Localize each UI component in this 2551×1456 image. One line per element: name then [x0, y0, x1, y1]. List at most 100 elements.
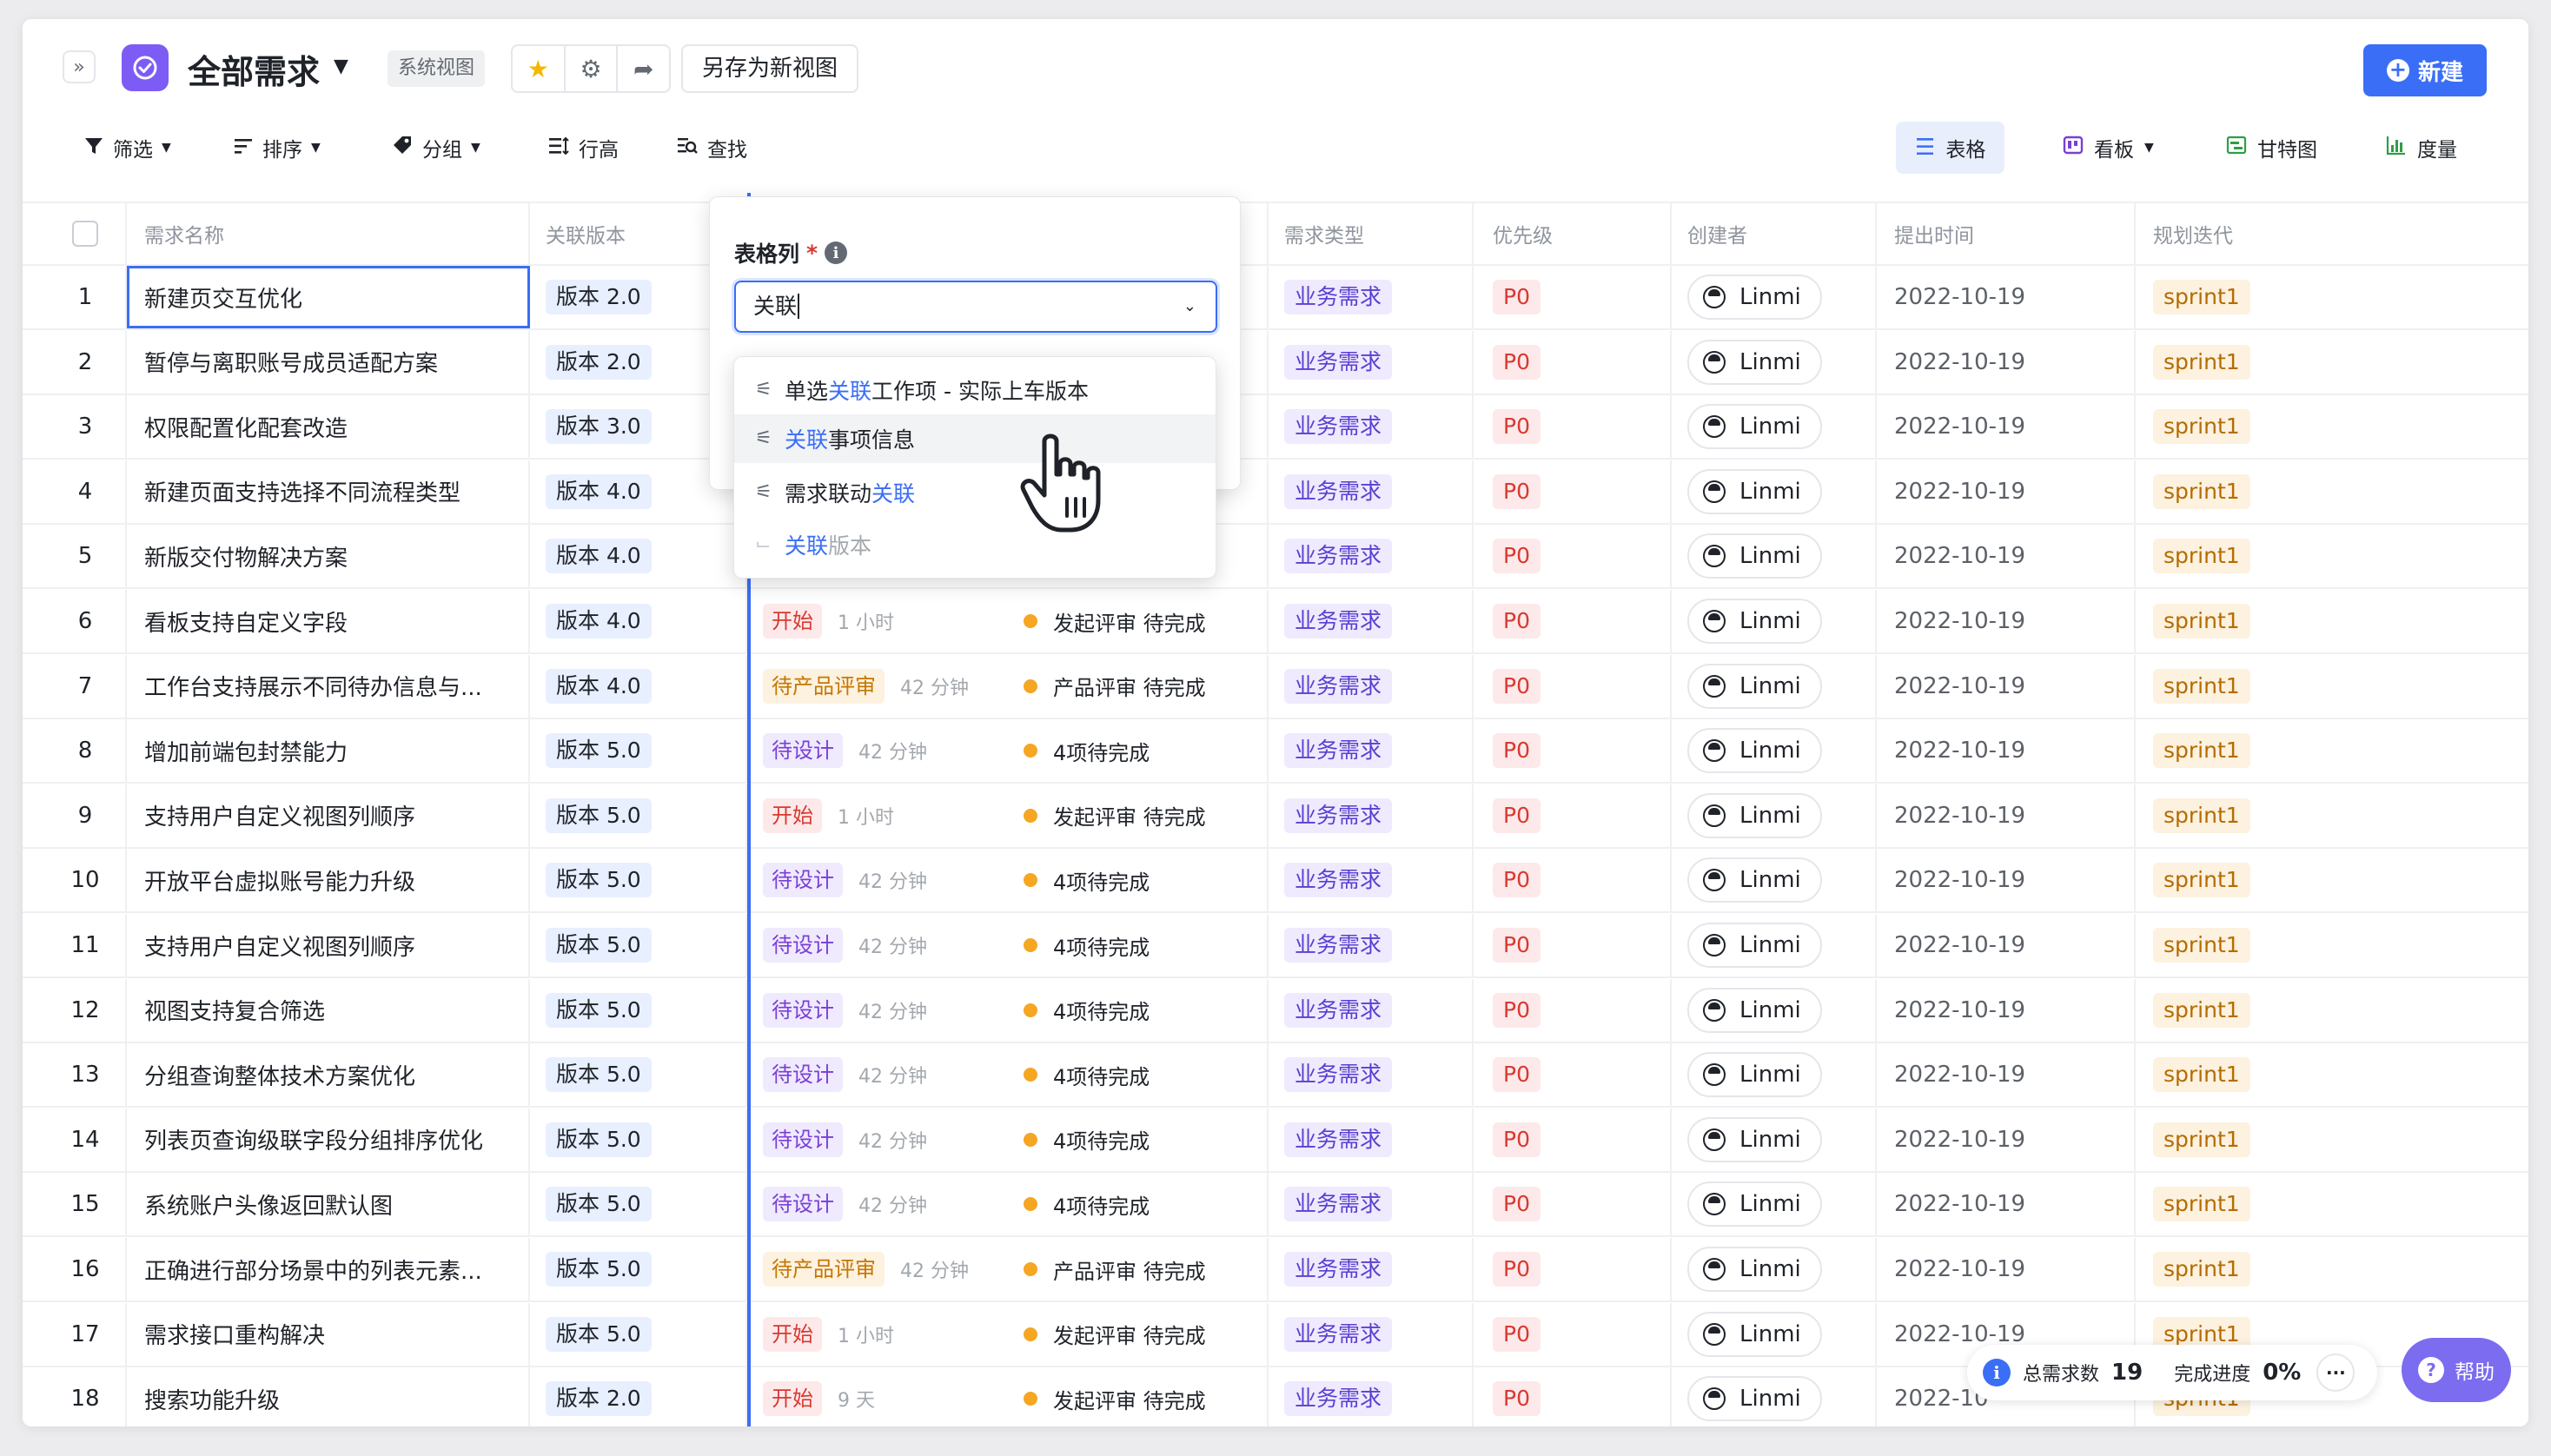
priority-cell[interactable]: P0	[1474, 1043, 1672, 1107]
iteration-cell[interactable]: sprint1	[2136, 1238, 2528, 1300]
date-cell[interactable]: 2022-10-19	[1877, 266, 2136, 328]
priority-cell[interactable]: P0	[1474, 525, 1672, 588]
flow-cell[interactable]: 4项待完成	[1008, 1108, 1269, 1171]
type-cell[interactable]: 业务需求	[1269, 525, 1474, 588]
iteration-cell[interactable]: sprint1	[2136, 1173, 2528, 1235]
creator-cell[interactable]: Linmi	[1672, 654, 1877, 718]
status-cell[interactable]: 待设计 42 分钟	[747, 1173, 1008, 1235]
requirement-name[interactable]: 正确进行部分场景中的列表元素...	[127, 1238, 530, 1300]
creator-cell[interactable]: Linmi	[1672, 784, 1877, 847]
version-cell[interactable]: 版本 2.0	[530, 1367, 747, 1426]
creator-chip[interactable]: Linmi	[1687, 468, 1822, 514]
save-as-new-view-button[interactable]: 另存为新视图	[681, 44, 859, 93]
iteration-cell[interactable]: sprint1	[2136, 525, 2528, 587]
requirement-name[interactable]: 新版交付物解决方案	[127, 525, 530, 588]
iteration-cell[interactable]: sprint1	[2136, 784, 2528, 847]
priority-cell[interactable]: P0	[1474, 1108, 1672, 1171]
creator-chip[interactable]: Linmi	[1687, 404, 1822, 450]
iteration-cell[interactable]: sprint1	[2136, 266, 2528, 328]
version-cell[interactable]: 版本 5.0	[530, 1238, 747, 1300]
type-cell[interactable]: 业务需求	[1269, 1043, 1474, 1107]
date-cell[interactable]: 2022-10-19	[1877, 654, 2136, 718]
date-cell[interactable]: 2022-10-19	[1877, 1108, 2136, 1171]
priority-cell[interactable]: P0	[1474, 654, 1672, 718]
date-cell[interactable]: 2022-10-19	[1877, 525, 2136, 588]
date-cell[interactable]: 2022-10-19	[1877, 784, 2136, 847]
type-cell[interactable]: 业务需求	[1269, 1302, 1474, 1366]
iteration-cell[interactable]: sprint1	[2136, 395, 2528, 458]
date-cell[interactable]: 2022-10-19	[1877, 460, 2136, 523]
dropdown-option[interactable]: ⚟ 需求联动 关联	[734, 468, 1216, 517]
creator-chip[interactable]: Linmi	[1687, 1181, 1822, 1228]
page-title[interactable]: 全部需求	[188, 45, 320, 93]
creator-cell[interactable]: Linmi	[1672, 1043, 1877, 1107]
creator-chip[interactable]: Linmi	[1687, 728, 1822, 774]
type-cell[interactable]: 业务需求	[1269, 266, 1474, 328]
status-cell[interactable]: 待产品评审 42 分钟	[747, 655, 1008, 718]
requirement-name[interactable]: 搜索功能升级	[127, 1367, 530, 1426]
status-cell[interactable]: 开始 1 小时	[747, 784, 1008, 847]
requirement-name[interactable]: 暂停与离职账号成员适配方案	[127, 330, 530, 394]
type-cell[interactable]: 业务需求	[1269, 1238, 1474, 1300]
version-cell[interactable]: 版本 5.0	[530, 1043, 747, 1107]
type-cell[interactable]: 业务需求	[1269, 654, 1474, 718]
version-cell[interactable]: 版本 5.0	[530, 1108, 747, 1171]
iteration-cell[interactable]: sprint1	[2136, 655, 2528, 718]
table-row[interactable]: 15 系统账户头像返回默认图 版本 5.0 待设计 42 分钟 4项待完成 业务需求 P0 Li…	[23, 1173, 2528, 1238]
requirement-name[interactable]: 系统账户头像返回默认图	[127, 1173, 530, 1236]
creator-chip[interactable]: Linmi	[1687, 1052, 1822, 1098]
requirement-name[interactable]: 需求接口重构解决	[127, 1302, 530, 1366]
column-header-date[interactable]: 提出时间	[1877, 203, 2136, 264]
iteration-cell[interactable]: sprint1	[2136, 849, 2528, 911]
iteration-cell[interactable]: sprint1	[2136, 719, 2528, 782]
version-cell[interactable]: 版本 5.0	[530, 978, 747, 1042]
requirement-name[interactable]: 分组查询整体技术方案优化	[127, 1043, 530, 1107]
type-cell[interactable]: 业务需求	[1269, 1367, 1474, 1426]
column-header-iteration[interactable]: 规划迭代	[2136, 203, 2528, 264]
priority-cell[interactable]: P0	[1474, 849, 1672, 912]
column-header-type[interactable]: 需求类型	[1269, 203, 1474, 264]
priority-cell[interactable]: P0	[1474, 719, 1672, 783]
column-header-priority[interactable]: 优先级	[1474, 203, 1672, 264]
priority-cell[interactable]: P0	[1474, 1238, 1672, 1300]
filter-button[interactable]: 筛选 ▼	[83, 123, 171, 172]
flow-cell[interactable]: 4项待完成	[1008, 978, 1269, 1042]
version-cell[interactable]: 版本 4.0	[530, 654, 747, 718]
creator-cell[interactable]: Linmi	[1672, 719, 1877, 783]
table-row[interactable]: 16 正确进行部分场景中的列表元素... 版本 5.0 待产品评审 42 分钟 产品评审 …	[23, 1238, 2528, 1302]
flow-cell[interactable]: 4项待完成	[1008, 914, 1269, 976]
requirement-name[interactable]: 列表页查询级联字段分组排序优化	[127, 1108, 530, 1171]
date-cell[interactable]: 2022-10-19	[1877, 719, 2136, 783]
version-cell[interactable]: 版本 5.0	[530, 1302, 747, 1366]
status-cell[interactable]: 开始 1 小时	[747, 1303, 1008, 1366]
creator-cell[interactable]: Linmi	[1672, 1108, 1877, 1171]
info-icon[interactable]: i	[825, 242, 848, 264]
creator-chip[interactable]: Linmi	[1687, 987, 1822, 1033]
creator-cell[interactable]: Linmi	[1672, 525, 1877, 588]
creator-cell[interactable]: Linmi	[1672, 330, 1877, 394]
priority-cell[interactable]: P0	[1474, 590, 1672, 652]
priority-cell[interactable]: P0	[1474, 330, 1672, 394]
status-cell[interactable]: 待产品评审 42 分钟	[747, 1238, 1008, 1300]
priority-cell[interactable]: P0	[1474, 978, 1672, 1042]
type-cell[interactable]: 业务需求	[1269, 1173, 1474, 1236]
creator-cell[interactable]: Linmi	[1672, 914, 1877, 976]
gear-icon[interactable]: ⚙	[563, 46, 617, 91]
creator-chip[interactable]: Linmi	[1687, 857, 1822, 903]
row-height-button[interactable]: 行高	[547, 123, 619, 172]
status-cell[interactable]: 开始 9 天	[747, 1367, 1008, 1426]
creator-cell[interactable]: Linmi	[1672, 460, 1877, 523]
table-row[interactable]: 6 看板支持自定义字段 版本 4.0 开始 1 小时 发起评审 待完成 业务需求 P0 Linm…	[23, 590, 2528, 654]
creator-chip[interactable]: Linmi	[1687, 923, 1822, 968]
info-icon[interactable]: i	[1983, 1359, 2011, 1387]
date-cell[interactable]: 2022-10-19	[1877, 914, 2136, 976]
iteration-cell[interactable]: sprint1	[2136, 1109, 2528, 1171]
column-search-input[interactable]: 关联 ⌄	[734, 281, 1217, 333]
creator-chip[interactable]: Linmi	[1687, 339, 1822, 385]
creator-cell[interactable]: Linmi	[1672, 849, 1877, 912]
tab-kanban[interactable]: 看板 ▼	[2044, 122, 2173, 174]
creator-chip[interactable]: Linmi	[1687, 663, 1822, 709]
chevron-down-icon[interactable]: ⌄	[1183, 282, 1196, 331]
type-cell[interactable]: 业务需求	[1269, 914, 1474, 976]
status-cell[interactable]: 开始 1 小时	[747, 590, 1008, 652]
